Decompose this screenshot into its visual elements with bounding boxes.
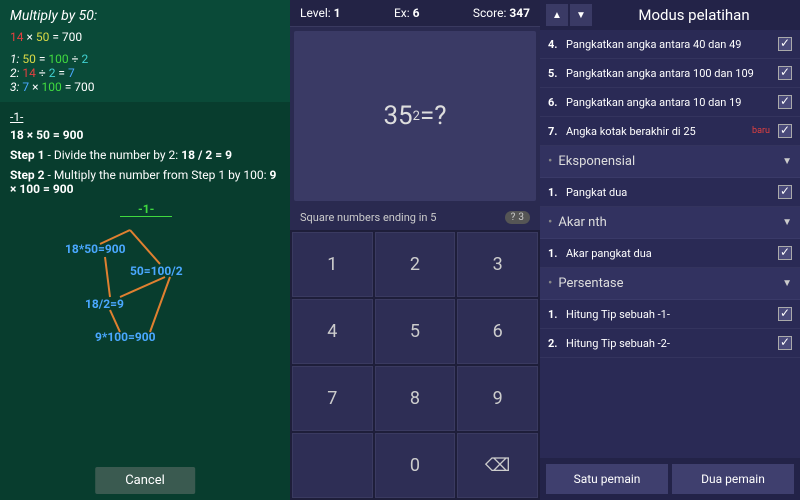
cancel-button[interactable]: Cancel: [95, 467, 195, 494]
diagram-node-4: 9*100=900: [95, 330, 156, 344]
training-item[interactable]: 4.Pangkatkan angka antara 40 dan 49: [540, 30, 800, 59]
backspace-icon: ⌫: [485, 455, 510, 476]
section-label: Eksponensial: [558, 154, 782, 169]
explanation-header: Multiply by 50: 14 × 50 = 700 1: 50 = 10…: [0, 0, 290, 102]
key-2[interactable]: 2: [375, 232, 456, 297]
diagram-node-2: 50=100/2: [130, 264, 183, 278]
section-label: Akar nth: [558, 215, 782, 230]
item-number: 1.: [548, 186, 566, 199]
item-checkbox[interactable]: [778, 95, 792, 109]
item-label: Akar pangkat dua: [566, 247, 778, 260]
item-checkbox[interactable]: [778, 336, 792, 350]
item-number: 6.: [548, 96, 566, 109]
step-2: Step 2 - Multiply the number from Step 1…: [10, 168, 280, 196]
diagram-node-3: 18/2=9: [85, 297, 124, 311]
key-1[interactable]: 1: [292, 232, 373, 297]
quiz-panel: Level: 1 Ex: 6 Score: 347 352=? Square n…: [290, 0, 540, 500]
training-item[interactable]: 1.Pangkat dua: [540, 178, 800, 207]
item-checkbox[interactable]: [778, 307, 792, 321]
key-9[interactable]: 9: [457, 366, 538, 431]
section-header[interactable]: •Persentase▼: [540, 268, 800, 300]
lesson-title: Multiply by 50:: [10, 8, 280, 24]
backspace-key[interactable]: ⌫: [457, 433, 538, 498]
chevron-down-icon: ▼: [782, 278, 792, 289]
key-5[interactable]: 5: [375, 299, 456, 364]
hint-text: Square numbers ending in 5: [300, 211, 436, 224]
key-4[interactable]: 4: [292, 299, 373, 364]
key-0[interactable]: 0: [375, 433, 456, 498]
item-number: 1.: [548, 308, 566, 321]
new-badge: baru: [752, 126, 770, 136]
question-icon: ?: [511, 212, 516, 223]
steps-body: -1- 18 × 50 = 900 Step 1 - Divide the nu…: [0, 102, 290, 360]
level-display: Level: 1: [300, 6, 341, 20]
training-item[interactable]: 6.Pangkatkan angka antara 10 dan 19: [540, 88, 800, 117]
item-checkbox[interactable]: [778, 185, 792, 199]
item-checkbox[interactable]: [778, 246, 792, 260]
item-checkbox[interactable]: [778, 66, 792, 80]
example-equation: 14 × 50 = 700: [10, 30, 280, 44]
settings-title: Modus pelatihan: [594, 6, 794, 24]
section-header[interactable]: •Eksponensial▼: [540, 146, 800, 178]
player-buttons: Satu pemain Dua pemain: [540, 458, 800, 500]
item-label: Hitung Tip sebuah -1-: [566, 308, 778, 321]
item-label: Pangkatkan angka antara 10 dan 19: [566, 96, 778, 109]
item-checkbox[interactable]: [778, 37, 792, 51]
solution-diagram: -1- 18*50=900 50=100/2 18/2=9 9*100=900: [10, 202, 280, 352]
key-7[interactable]: 7: [292, 366, 373, 431]
training-item[interactable]: 2.Hitung Tip sebuah -2-: [540, 329, 800, 358]
chevron-down-icon: ▼: [782, 217, 792, 228]
hint-count-badge[interactable]: ?3: [505, 211, 530, 224]
item-number: 2.: [548, 337, 566, 350]
section-marker: -1-: [10, 110, 280, 124]
single-player-button[interactable]: Satu pemain: [546, 464, 668, 494]
item-label: Pangkatkan angka antara 40 dan 49: [566, 38, 778, 51]
training-item[interactable]: 1.Hitung Tip sebuah -1-: [540, 300, 800, 329]
key-8[interactable]: 8: [375, 366, 456, 431]
training-mode-list[interactable]: 4.Pangkatkan angka antara 40 dan 495.Pan…: [540, 30, 800, 458]
item-checkbox[interactable]: [778, 124, 792, 138]
item-number: 1.: [548, 247, 566, 260]
item-number: 4.: [548, 38, 566, 51]
nav-down-button[interactable]: ▼: [570, 4, 592, 26]
key-6[interactable]: 6: [457, 299, 538, 364]
hint-line: 1: 50 = 100 ÷ 2: [10, 52, 280, 66]
settings-header: ▲ ▼ Modus pelatihan: [540, 0, 800, 30]
exercise-display: Ex: 6: [394, 6, 420, 20]
diagram-top: -1-: [120, 202, 172, 217]
hint-line: 2: 14 ÷ 2 = 7: [10, 66, 280, 80]
training-item[interactable]: 7.Angka kotak berakhir di 25baru: [540, 117, 800, 146]
nav-up-button[interactable]: ▲: [546, 4, 568, 26]
item-label: Pangkat dua: [566, 186, 778, 199]
diagram-node-1: 18*50=900: [65, 242, 126, 256]
question-display: 352=?: [294, 31, 536, 201]
training-item[interactable]: 1.Akar pangkat dua: [540, 239, 800, 268]
section-header[interactable]: •Akar nth▼: [540, 207, 800, 239]
item-number: 5.: [548, 67, 566, 80]
step-1: Step 1 - Divide the number by 2: 18 / 2 …: [10, 148, 280, 162]
item-label: Pangkatkan angka antara 100 dan 109: [566, 67, 778, 80]
item-label: Angka kotak berakhir di 25: [566, 125, 778, 138]
settings-panel: ▲ ▼ Modus pelatihan 4.Pangkatkan angka a…: [540, 0, 800, 500]
section-label: Persentase: [558, 276, 782, 291]
empty-key: [292, 433, 373, 498]
item-number: 7.: [548, 125, 566, 138]
training-item[interactable]: 5.Pangkatkan angka antara 100 dan 109: [540, 59, 800, 88]
quiz-status-bar: Level: 1 Ex: 6 Score: 347: [290, 0, 540, 27]
two-player-button[interactable]: Dua pemain: [672, 464, 794, 494]
worked-equation: 18 × 50 = 900: [10, 128, 280, 142]
numeric-keypad: 123 456 7890 ⌫: [290, 230, 540, 500]
chevron-down-icon: ▼: [782, 156, 792, 167]
key-3[interactable]: 3: [457, 232, 538, 297]
hint-bar: Square numbers ending in 5 ?3: [290, 205, 540, 230]
explanation-panel: Multiply by 50: 14 × 50 = 700 1: 50 = 10…: [0, 0, 290, 500]
hint-lines: 1: 50 = 100 ÷ 22: 14 ÷ 2 = 73: 7 × 100 =…: [10, 52, 280, 94]
score-display: Score: 347: [473, 6, 530, 20]
hint-line: 3: 7 × 100 = 700: [10, 80, 280, 94]
item-label: Hitung Tip sebuah -2-: [566, 337, 778, 350]
